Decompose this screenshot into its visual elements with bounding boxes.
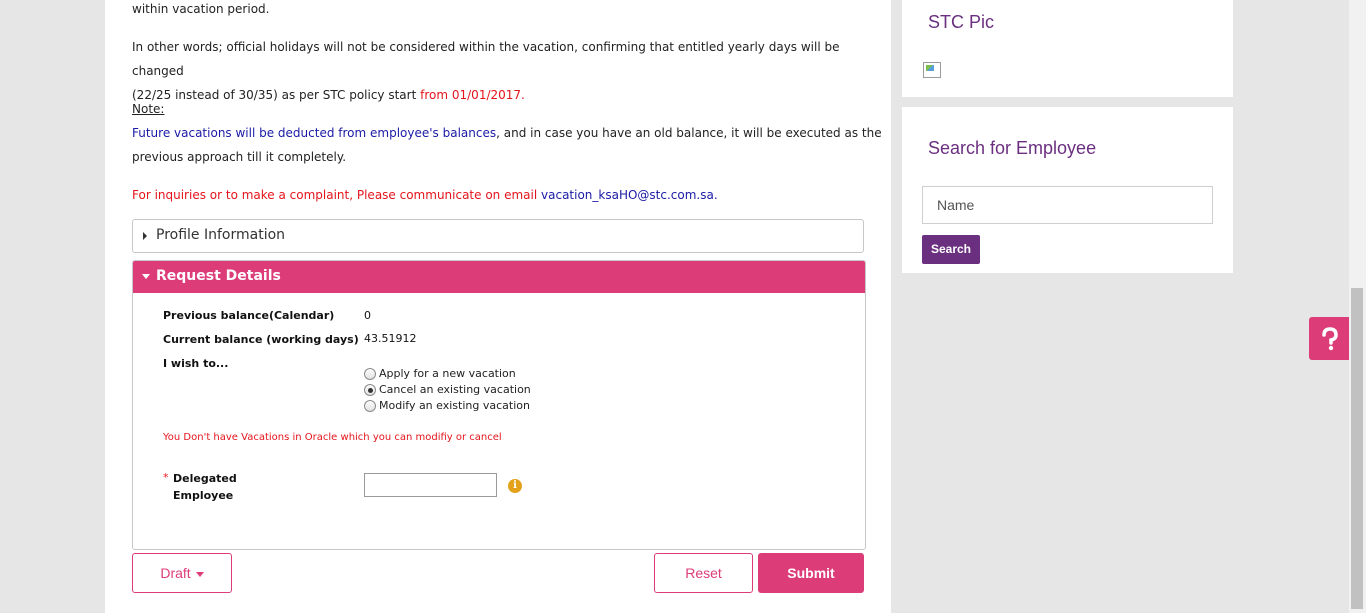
- vacation-period-text: within vacation period.: [132, 2, 270, 16]
- help-question-icon: [1322, 327, 1338, 351]
- radio-label: Apply for a new vacation: [379, 367, 516, 380]
- draft-dropdown-button[interactable]: Draft: [132, 553, 232, 593]
- help-tab[interactable]: [1309, 317, 1349, 360]
- radio-button[interactable]: [364, 368, 376, 380]
- delegated-employee-label: Delegated Employee: [173, 470, 237, 504]
- inquiry-email-link[interactable]: vacation_ksaHO@stc.com.sa.: [541, 188, 718, 202]
- note-heading: Note:: [132, 102, 165, 116]
- delegated-label-line1: Delegated: [173, 472, 237, 485]
- search-employee-card: Search for Employee Search: [902, 107, 1233, 273]
- radio-label: Cancel an existing vacation: [379, 383, 531, 396]
- previous-balance-value: 0: [364, 309, 371, 322]
- request-details-panel: Request Details Previous balance(Calenda…: [132, 260, 866, 550]
- request-details-header[interactable]: Request Details: [133, 261, 865, 293]
- info-icon[interactable]: i: [508, 479, 522, 493]
- delegated-employee-input[interactable]: [364, 473, 497, 497]
- note-text-line2: previous approach till it completely.: [132, 150, 347, 164]
- inquiry-line: For inquiries or to make a complaint, Pl…: [132, 183, 718, 207]
- caret-right-icon: [143, 232, 147, 240]
- search-employee-title: Search for Employee: [928, 138, 1097, 158]
- radio-button-checked[interactable]: [364, 384, 376, 396]
- reset-button[interactable]: Reset: [654, 553, 753, 593]
- search-button[interactable]: Search: [922, 235, 980, 264]
- draft-label: Draft: [160, 565, 191, 581]
- page-scrollbar[interactable]: [1349, 0, 1366, 613]
- previous-balance-label: Previous balance(Calendar): [163, 309, 335, 322]
- submit-button[interactable]: Submit: [758, 553, 864, 593]
- note-block: Note: Future vacations will be deducted …: [132, 97, 882, 169]
- current-balance-value: 43.51912: [364, 332, 417, 345]
- main-content: within vacation period. In other words; …: [105, 0, 891, 613]
- note-highlight: Future vacations will be deducted from e…: [132, 126, 497, 140]
- profile-panel-title: Profile Information: [156, 227, 286, 243]
- stc-pic-title: STC Pic: [928, 12, 995, 32]
- employee-name-input[interactable]: [922, 186, 1213, 224]
- policy-text: In other words; official holidays will n…: [132, 40, 840, 78]
- profile-information-panel[interactable]: Profile Information: [132, 219, 864, 253]
- current-balance-label: Current balance (working days): [163, 333, 359, 346]
- required-asterisk: *: [163, 471, 169, 484]
- broken-image-icon: [923, 62, 941, 78]
- request-panel-title: Request Details: [156, 268, 281, 284]
- caret-down-icon: [195, 571, 204, 577]
- radio-label: Modify an existing vacation: [379, 399, 530, 412]
- radio-button[interactable]: [364, 400, 376, 412]
- no-vacations-error: You Don't have Vacations in Oracle which…: [163, 432, 502, 443]
- caret-down-icon: [142, 274, 150, 279]
- note-text: , and in case you have an old balance, i…: [496, 126, 882, 140]
- delegated-label-line2: Employee: [173, 489, 234, 502]
- wish-to-label: I wish to...: [163, 357, 229, 370]
- inquiry-text: For inquiries or to make a complaint, Pl…: [132, 188, 542, 202]
- stc-pic-card: STC Pic: [902, 0, 1233, 97]
- scrollbar-thumb[interactable]: [1351, 288, 1363, 609]
